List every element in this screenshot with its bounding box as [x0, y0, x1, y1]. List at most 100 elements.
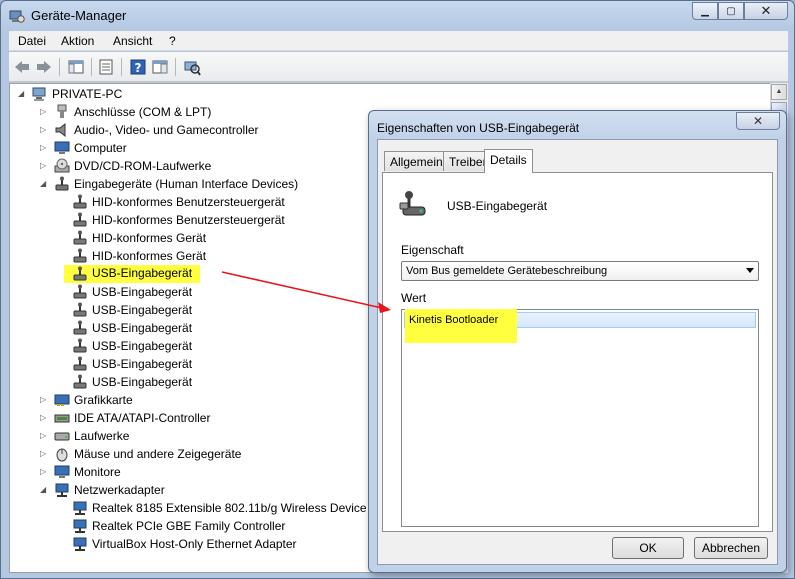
disc-drive-icon	[54, 158, 70, 173]
collapse-icon[interactable]: ◢	[18, 89, 28, 99]
menu-help[interactable]: ?	[169, 34, 176, 48]
joystick-icon	[73, 320, 87, 335]
properties-icon[interactable]	[97, 58, 115, 76]
back-arrow-icon[interactable]	[13, 58, 31, 76]
forward-arrow-icon[interactable]	[35, 58, 53, 76]
close-button[interactable]: ✕	[744, 2, 788, 20]
scan-hardware-icon[interactable]	[183, 58, 201, 76]
window-title: Geräte-Manager	[31, 8, 127, 23]
tree-device-usb-4[interactable]: USB-Eingabegerät	[72, 337, 192, 355]
scroll-up-button[interactable]: ▲	[771, 84, 787, 100]
maximize-icon: ▢	[726, 5, 736, 17]
expand-icon[interactable]: ▷	[40, 161, 50, 171]
graphics-card-icon	[54, 394, 70, 406]
show-hide-console-tree-icon[interactable]	[67, 58, 85, 76]
tree-device-usb-3[interactable]: USB-Eingabegerät	[72, 319, 192, 337]
tree-device-usb-6[interactable]: USB-Eingabegerät	[72, 373, 192, 391]
tree-category-graphics[interactable]: ▷ Grafikkarte	[40, 391, 133, 409]
tree-category-network[interactable]: ◢ Netzwerkadapter	[40, 481, 165, 499]
device-manager-icon	[9, 10, 25, 23]
menu-aktion[interactable]: Aktion	[61, 34, 94, 48]
tab-allgemein[interactable]: Allgemein	[384, 151, 449, 171]
collapse-icon[interactable]: ◢	[40, 485, 50, 495]
tree-category-ports[interactable]: ▷ Anschlüsse (COM & LPT)	[40, 103, 211, 121]
tree-category-monitors[interactable]: ▷ Monitore	[40, 463, 121, 481]
tree-device-net-2[interactable]: VirtualBox Host-Only Ethernet Adapter	[72, 535, 297, 553]
joystick-icon	[73, 230, 87, 245]
joystick-icon	[73, 302, 87, 317]
minimize-icon: ▁	[701, 5, 709, 17]
expand-icon[interactable]: ▷	[40, 431, 50, 441]
expand-icon[interactable]: ▷	[40, 467, 50, 477]
dialog-body: Allgemein Treiber Details USB-Eingabeger…	[377, 139, 778, 565]
expand-icon[interactable]: ▷	[40, 107, 50, 117]
dialog-close-button[interactable]: ✕	[736, 112, 780, 130]
tree-device-net-1[interactable]: Realtek PCIe GBE Family Controller	[72, 517, 285, 535]
expand-icon[interactable]: ▷	[40, 125, 50, 135]
tree-device-usb-2[interactable]: USB-Eingabegerät	[72, 301, 192, 319]
tree-category-drives[interactable]: ▷ Laufwerke	[40, 427, 129, 445]
ok-button[interactable]: OK	[612, 537, 684, 559]
menu-ansicht[interactable]: Ansicht	[113, 34, 152, 48]
menu-datei[interactable]: Datei	[18, 34, 46, 48]
details-panel: USB-Eingabegerät Eigenschaft Vom Bus gem…	[382, 172, 773, 532]
dialog-title: Eigenschaften von USB-Eingabegerät	[377, 121, 580, 135]
close-icon: ✕	[752, 114, 764, 128]
port-connector-icon	[57, 104, 67, 118]
value-list[interactable]: Kinetis Bootloader	[401, 309, 759, 527]
tab-details[interactable]: Details	[484, 149, 533, 173]
tree-root-label: PRIVATE-PC	[52, 87, 123, 101]
tree-device-usb-5[interactable]: USB-Eingabegerät	[72, 355, 192, 373]
tree-device-hid-0[interactable]: HID-konformes Benutzersteuergerät	[72, 193, 285, 211]
expand-icon[interactable]: ▷	[40, 395, 50, 405]
joystick-icon	[73, 248, 87, 263]
expand-icon[interactable]: ▷	[40, 413, 50, 423]
close-icon: ✕	[760, 3, 772, 18]
collapse-icon[interactable]: ◢	[40, 179, 50, 189]
property-selected-value: Vom Bus gemeldete Gerätebeschreibung	[406, 265, 608, 277]
tree-device-hid-3[interactable]: HID-konformes Gerät	[72, 247, 206, 265]
svg-text:?: ?	[135, 61, 142, 75]
tree-category-ide[interactable]: ▷ IDE ATA/ATAPI-Controller	[40, 409, 210, 427]
monitor-icon	[54, 141, 70, 154]
joystick-icon	[73, 374, 87, 389]
tree-category-hid[interactable]: ◢ Eingabegeräte (Human Interface Devices…	[40, 175, 298, 193]
toolbar: ?	[9, 52, 788, 82]
cancel-button[interactable]: Abbrechen	[694, 537, 768, 559]
joystick-icon	[73, 338, 87, 353]
value-list-item[interactable]: Kinetis Bootloader	[404, 309, 756, 343]
properties-dialog: Eigenschaften von USB-Eingabegerät ✕ All…	[368, 110, 787, 573]
help-icon[interactable]: ?	[129, 58, 147, 76]
ide-controller-icon	[54, 414, 70, 423]
tree-root[interactable]: ◢ PRIVATE-PC	[18, 85, 123, 103]
chevron-up-icon: ▲	[775, 88, 783, 95]
hard-drive-icon	[54, 432, 70, 441]
joystick-icon	[73, 284, 87, 299]
action-pane-icon[interactable]	[151, 58, 169, 76]
dropdown-arrow-icon[interactable]	[746, 268, 754, 273]
tree-category-audio[interactable]: ▷ Audio-, Video- und Gamecontroller	[40, 121, 259, 139]
tree-category-mice[interactable]: ▷ Mäuse und andere Zeigegeräte	[40, 445, 241, 463]
expand-icon[interactable]: ▷	[40, 143, 50, 153]
value-text: Kinetis Bootloader	[409, 314, 499, 326]
gamepad-device-icon	[399, 191, 426, 216]
tree-category-dvd[interactable]: ▷ DVD/CD-ROM-Laufwerke	[40, 157, 211, 175]
joystick-icon	[73, 266, 87, 281]
computer-icon	[32, 87, 46, 101]
titlebar[interactable]: Geräte-Manager ▁ ▢ ✕	[1, 1, 794, 31]
value-label: Wert	[401, 291, 427, 305]
property-label: Eigenschaft	[401, 243, 464, 257]
minimize-button[interactable]: ▁	[692, 2, 718, 20]
network-adapter-icon	[55, 483, 69, 497]
tree-category-computer[interactable]: ▷ Computer	[40, 139, 127, 157]
tree-device-hid-2[interactable]: HID-konformes Gerät	[72, 229, 206, 247]
property-dropdown[interactable]: Vom Bus gemeldete Gerätebeschreibung	[401, 261, 759, 281]
tree-device-net-0[interactable]: Realtek 8185 Extensible 802.11b/g Wirele…	[72, 499, 367, 517]
tree-device-hid-1[interactable]: HID-konformes Benutzersteuergerät	[72, 211, 285, 229]
tree-device-usb-1[interactable]: USB-Eingabegerät	[72, 283, 192, 301]
network-adapter-icon	[73, 501, 87, 515]
maximize-button[interactable]: ▢	[718, 2, 744, 20]
tree-device-usb-selected[interactable]: USB-Eingabegerät	[64, 265, 201, 283]
device-name: USB-Eingabegerät	[447, 199, 548, 213]
expand-icon[interactable]: ▷	[40, 449, 50, 459]
